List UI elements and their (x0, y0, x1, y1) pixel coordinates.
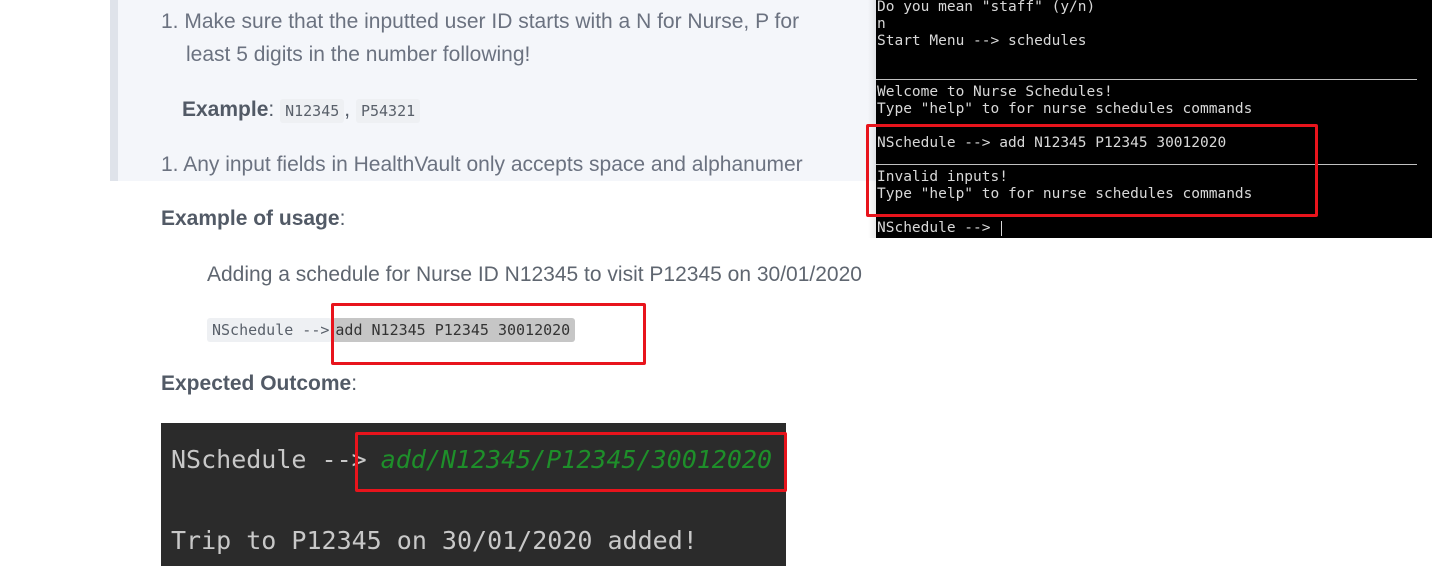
terminal-input-line[interactable]: NSchedule --> (877, 220, 1003, 237)
terminal-cursor (1001, 220, 1003, 236)
usage-highlight-box (331, 303, 646, 365)
usage-heading-text: Example of usage (161, 207, 340, 230)
usage-heading: Example of usage: (161, 207, 345, 231)
example-label: Example (182, 98, 269, 121)
usage-heading-colon: : (339, 207, 346, 230)
terminal-line: Start Menu --> schedules (877, 33, 1087, 49)
ide-highlight-box (355, 432, 787, 492)
blockquote-bar (110, 0, 118, 181)
usage-description: Adding a schedule for Nurse ID N12345 to… (207, 263, 862, 286)
ide-prompt: NSchedule --> (171, 445, 367, 474)
outcome-heading-text: Expected Outcome (161, 372, 352, 395)
outcome-heading-colon: : (351, 372, 358, 395)
usage-prompt: NSchedule --> (207, 318, 333, 342)
outcome-heading: Expected Outcome: (161, 372, 357, 396)
list-item-input-rule: 1. Any input fields in HealthVault only … (161, 153, 803, 176)
example-colon: : (268, 98, 275, 121)
ide-result-line: Trip to P12345 on 30/01/2020 added! (171, 526, 698, 555)
list-item-user-id-rule-cont: least 5 digits in the number following! (186, 43, 531, 66)
example-code-patient: P54321 (355, 99, 421, 123)
terminal-line: n (877, 16, 886, 32)
list-item-user-id-rule: 1. Make sure that the inputted user ID s… (161, 10, 800, 33)
terminal-line: Type "help" to for nurse schedules comma… (877, 101, 1253, 117)
example-code-nurse: N12345 (280, 99, 345, 123)
terminal-divider (876, 79, 1417, 80)
terminal-highlight-box (866, 124, 1318, 217)
terminal-line: Do you mean "staff" (y/n) (877, 0, 1096, 15)
example-comma: , (344, 98, 351, 121)
terminal-line: Welcome to Nurse Schedules! (877, 84, 1113, 100)
terminal-prompt: NSchedule --> (877, 220, 1000, 236)
example-line: Example: N12345, P54321 (182, 98, 421, 123)
